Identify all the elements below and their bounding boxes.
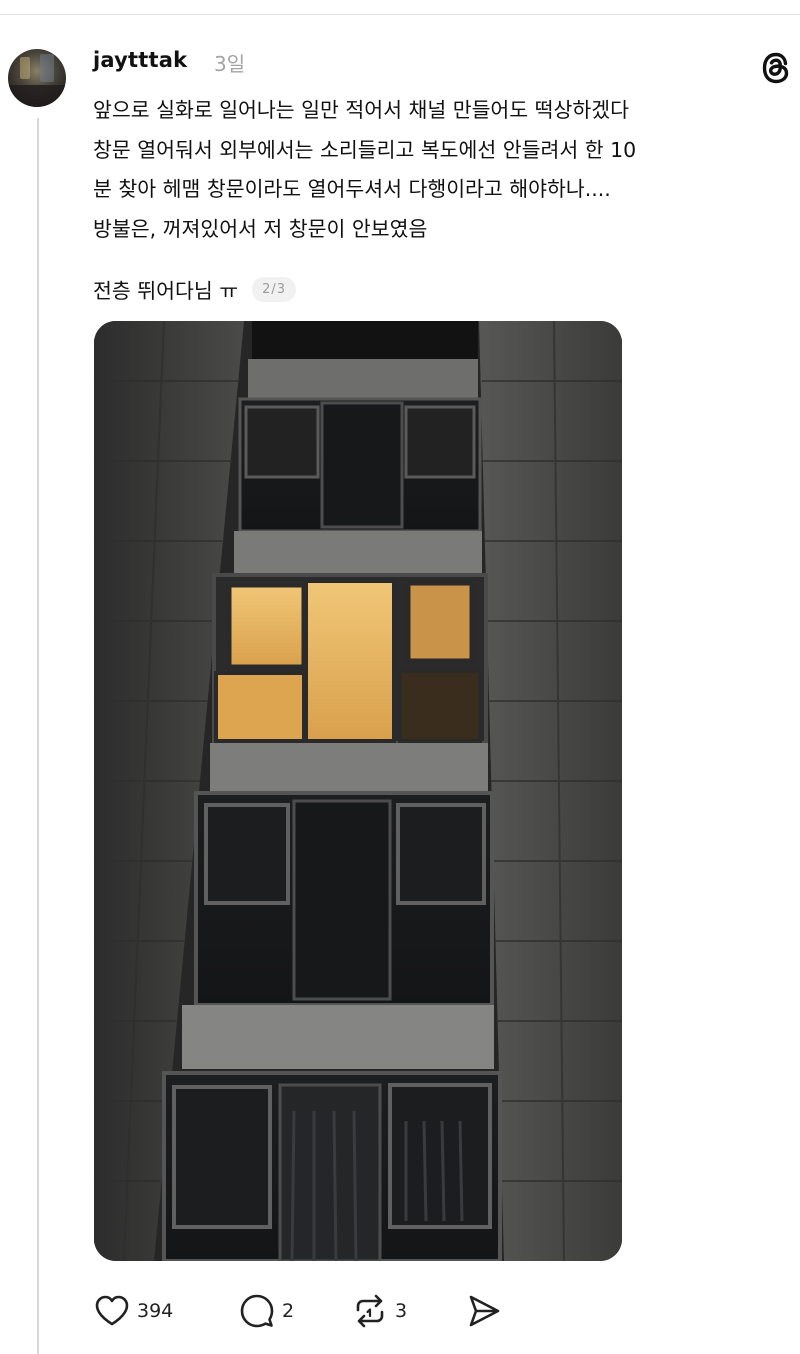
post-photo[interactable] [94, 321, 622, 1261]
repost-button[interactable]: 3 [351, 1291, 407, 1331]
reply-button[interactable]: 2 [238, 1291, 294, 1331]
threads-logo-icon[interactable] [756, 48, 796, 88]
post-text: 앞으로 실화로 일어나는 일만 적어서 채널 만들어도 떡상하겠다 창문 열어둬… [93, 91, 793, 249]
post-text-line: 방불은, 꺼져있어서 저 창문이 안보였음 [93, 216, 428, 241]
top-divider [0, 14, 800, 15]
username[interactable]: jaytttak [93, 48, 187, 72]
repost-icon [356, 1294, 384, 1328]
share-button[interactable] [465, 1291, 503, 1331]
like-count: 394 [137, 1300, 174, 1322]
thread-connector-line [37, 118, 39, 1354]
like-button[interactable]: 394 [93, 1291, 173, 1331]
post-text-line: 전층 뛰어다님 ㅠ [93, 279, 239, 303]
comment-icon [240, 1294, 274, 1328]
heart-icon [95, 1295, 129, 1326]
repost-count: 3 [395, 1300, 408, 1322]
send-icon [469, 1295, 500, 1327]
post-actions: 394 2 3 [93, 1291, 573, 1331]
reply-count: 2 [282, 1300, 295, 1322]
post-text-last-row: 전층 뛰어다님 ㅠ 2/3 [93, 269, 296, 309]
post-timestamp: 3일 [214, 52, 246, 76]
carousel-page-indicator: 2/3 [252, 276, 296, 302]
post-text-line: 분 찾아 헤맴 창문이라도 열어두셔서 다행이라고 해야하나.... [93, 177, 611, 201]
avatar[interactable] [8, 49, 66, 107]
post-text-line: 창문 열어둬서 외부에서는 소리들리고 복도에선 안들려서 한 10 [93, 137, 637, 162]
post-text-line: 앞으로 실화로 일어나는 일만 적어서 채널 만들어도 떡상하겠다 [93, 98, 629, 122]
